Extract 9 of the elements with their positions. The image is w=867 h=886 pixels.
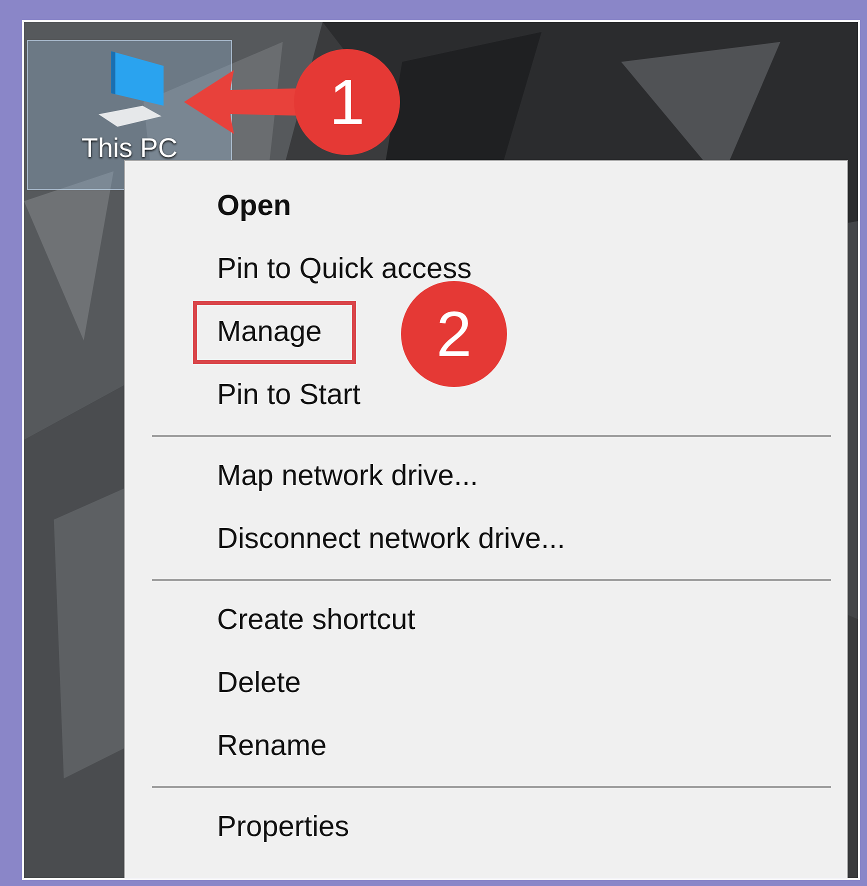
step-badge: 2 — [401, 281, 507, 387]
menu-item[interactable]: Create shortcut — [125, 589, 416, 652]
menu-item[interactable]: Disconnect network drive... — [125, 508, 566, 571]
menu-item[interactable]: Manage — [193, 301, 356, 364]
menu-item[interactable]: Pin to Start — [125, 364, 360, 427]
menu-item[interactable]: Rename — [125, 715, 327, 778]
menu-item[interactable]: Delete — [125, 652, 301, 715]
menu-item[interactable]: Properties — [125, 796, 350, 859]
menu-item[interactable]: Map network drive... — [125, 445, 478, 508]
